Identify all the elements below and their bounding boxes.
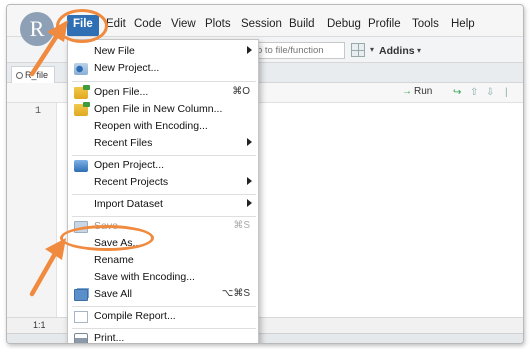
source-icon[interactable]: | [505, 87, 508, 98]
save-as-highlight-ring [60, 225, 154, 251]
menu-separator [72, 194, 256, 195]
addins-button[interactable]: Addins [379, 45, 415, 57]
menu-item-new-project[interactable]: New Project... [68, 61, 258, 77]
menu-item-reopen-encoding[interactable]: Reopen with Encoding... [68, 119, 258, 135]
menu-item-rename[interactable]: Rename [68, 253, 258, 269]
menu-edit[interactable]: Edit [106, 18, 126, 30]
submenu-arrow-icon [247, 46, 252, 54]
chevron-down-icon[interactable]: ▾ [417, 46, 421, 55]
open-folder-icon [74, 102, 90, 116]
new-project-icon [74, 63, 88, 75]
menu-profile[interactable]: Profile [368, 18, 401, 30]
menu-item-print[interactable]: Print... [68, 331, 258, 343]
menu-item-open-file[interactable]: Open File... ⌘O [68, 85, 258, 101]
r-file-icon [16, 72, 23, 79]
report-icon [74, 311, 88, 323]
menu-item-compile-report[interactable]: Compile Report... [68, 309, 258, 325]
menu-item-recent-files[interactable]: Recent Files [68, 136, 258, 152]
menu-item-open-project[interactable]: Open Project... [68, 158, 258, 174]
menu-separator [72, 155, 256, 156]
menu-item-open-file-new-column[interactable]: Open File in New Column... [68, 102, 258, 118]
menu-item-recent-projects[interactable]: Recent Projects [68, 175, 258, 191]
run-label: Run [414, 86, 433, 97]
file-menu-dropdown: New File New Project... Open File... ⌘O … [67, 39, 259, 343]
submenu-arrow-icon [247, 138, 252, 146]
chevron-down-icon[interactable]: ▾ [370, 45, 374, 54]
arrow-to-save-as-icon [29, 238, 66, 297]
go-to-file-input[interactable] [253, 42, 345, 59]
arrow-to-file-menu-icon [29, 20, 68, 77]
menu-separator [72, 216, 256, 217]
menu-debug[interactable]: Debug [327, 18, 361, 30]
menu-build[interactable]: Build [289, 18, 315, 30]
menu-separator [72, 306, 256, 307]
go-down-icon[interactable]: ⇩ [486, 87, 494, 98]
menu-tools[interactable]: Tools [412, 18, 439, 30]
menu-item-save-with-encoding[interactable]: Save with Encoding... [68, 270, 258, 286]
line-number: 1 [35, 106, 42, 117]
menu-plots[interactable]: Plots [205, 18, 231, 30]
save-all-icon [74, 289, 88, 301]
menu-session[interactable]: Session [241, 18, 282, 30]
menu-code[interactable]: Code [134, 18, 162, 30]
submenu-arrow-icon [247, 199, 252, 207]
go-up-icon[interactable]: ⇧ [470, 87, 478, 98]
cursor-position: 1:1 [33, 320, 46, 330]
menu-item-import-dataset[interactable]: Import Dataset [68, 197, 258, 213]
menu-separator [72, 81, 256, 82]
menu-view[interactable]: View [171, 18, 196, 30]
menu-item-save-all[interactable]: Save All ⌥⌘S [68, 287, 258, 303]
open-folder-icon [74, 85, 90, 99]
print-icon [74, 333, 88, 343]
run-arrow-icon: → [402, 86, 412, 97]
submenu-arrow-icon [247, 177, 252, 185]
menu-separator [72, 328, 256, 329]
menu-item-new-file[interactable]: New File [68, 44, 258, 60]
project-icon [74, 160, 88, 172]
rstudio-window: File Edit Code View Plots Session Build … [6, 4, 524, 344]
run-button[interactable]: → Run [402, 86, 432, 97]
rerun-icon[interactable]: ↪ [453, 87, 461, 98]
menu-help[interactable]: Help [451, 18, 475, 30]
pane-layout-icon[interactable] [351, 43, 365, 57]
